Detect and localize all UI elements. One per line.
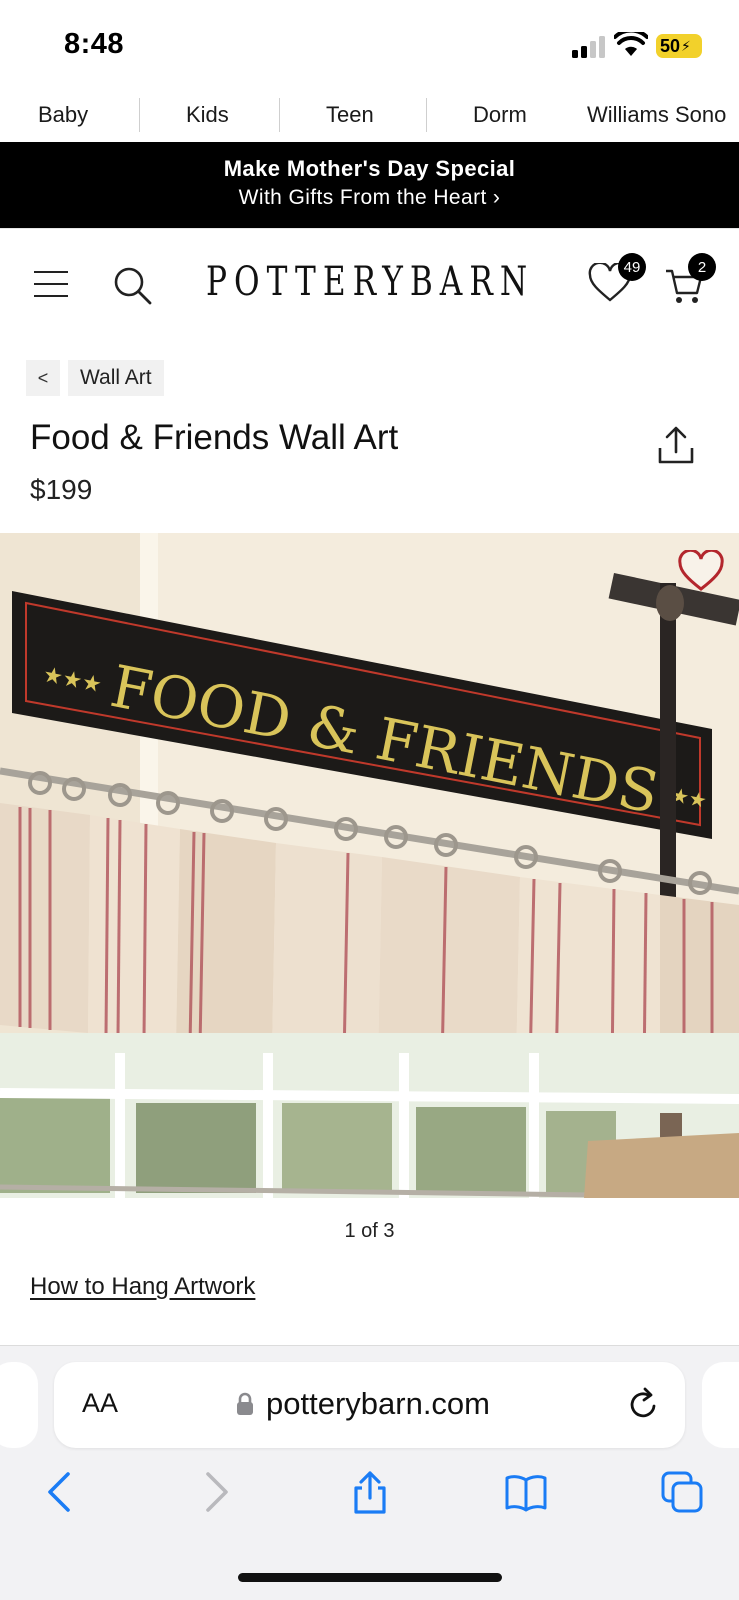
product-title: Food & Friends Wall Art	[30, 418, 399, 457]
reader-settings-button[interactable]: AA	[82, 1388, 118, 1419]
image-pager: 1 of 3	[344, 1220, 395, 1242]
home-indicator	[238, 1573, 502, 1582]
brand-tab-dorm[interactable]: Dorm	[473, 102, 527, 128]
lock-icon	[237, 1392, 253, 1415]
battery-indicator: 50 ⚡	[656, 34, 702, 58]
status-bar: 8:48 50 ⚡	[0, 0, 739, 90]
share-icon[interactable]	[656, 424, 696, 466]
wishlist-count-badge: 49	[618, 253, 646, 281]
brand-tab-kids[interactable]: Kids	[186, 102, 229, 128]
forward-icon[interactable]	[194, 1470, 238, 1514]
wifi-icon	[614, 32, 648, 56]
adjacent-tab-right[interactable]	[702, 1362, 739, 1448]
cart-count-badge: 2	[688, 253, 716, 281]
adjacent-tab-left[interactable]	[0, 1362, 38, 1448]
brand-tab-teen[interactable]: Teen	[326, 102, 374, 128]
product-price: $199	[30, 474, 93, 505]
address-bar[interactable]: AA potterybarn.com	[54, 1362, 685, 1448]
site-logo[interactable]: POTTERYBARN	[206, 259, 534, 305]
brand-tab-williams-sonoma[interactable]: Williams Sono	[587, 102, 726, 128]
product-image[interactable]: FOOD & FRIENDS ★★★ ★★	[0, 533, 739, 1198]
product-photo: FOOD & FRIENDS ★★★ ★★	[0, 533, 739, 1198]
favorite-heart-icon[interactable]	[678, 550, 724, 592]
cellular-signal-icon	[572, 36, 605, 58]
breadcrumb-wall-art[interactable]: Wall Art	[68, 360, 164, 396]
breadcrumb-back-button[interactable]: <	[26, 360, 60, 396]
url-text[interactable]: potterybarn.com	[266, 1386, 490, 1422]
reload-icon[interactable]	[626, 1386, 662, 1422]
tab-divider	[426, 98, 427, 132]
tab-divider	[279, 98, 280, 132]
tabs-icon[interactable]	[660, 1470, 704, 1514]
brand-tabs: Baby Kids Teen Dorm Williams Sono	[0, 90, 739, 142]
back-icon[interactable]	[38, 1470, 82, 1514]
promo-subline: With Gifts From the Heart ›	[238, 186, 501, 209]
site-header: POTTERYBARN 49 2	[0, 228, 739, 338]
status-time: 8:48	[64, 28, 125, 60]
how-to-hang-link[interactable]: How to Hang Artwork	[30, 1273, 255, 1301]
share-sheet-icon[interactable]	[348, 1470, 392, 1514]
brand-tab-baby[interactable]: Baby	[38, 102, 88, 128]
search-icon[interactable]	[112, 265, 152, 305]
promo-banner[interactable]: Make Mother's Day Special With Gifts Fro…	[0, 142, 739, 228]
tab-divider	[139, 98, 140, 132]
hamburger-menu-icon[interactable]	[34, 271, 68, 297]
bookmarks-icon[interactable]	[504, 1470, 548, 1514]
promo-headline: Make Mother's Day Special	[223, 156, 516, 181]
charging-bolt-icon: ⚡	[681, 37, 691, 54]
battery-level: 50	[660, 35, 681, 56]
